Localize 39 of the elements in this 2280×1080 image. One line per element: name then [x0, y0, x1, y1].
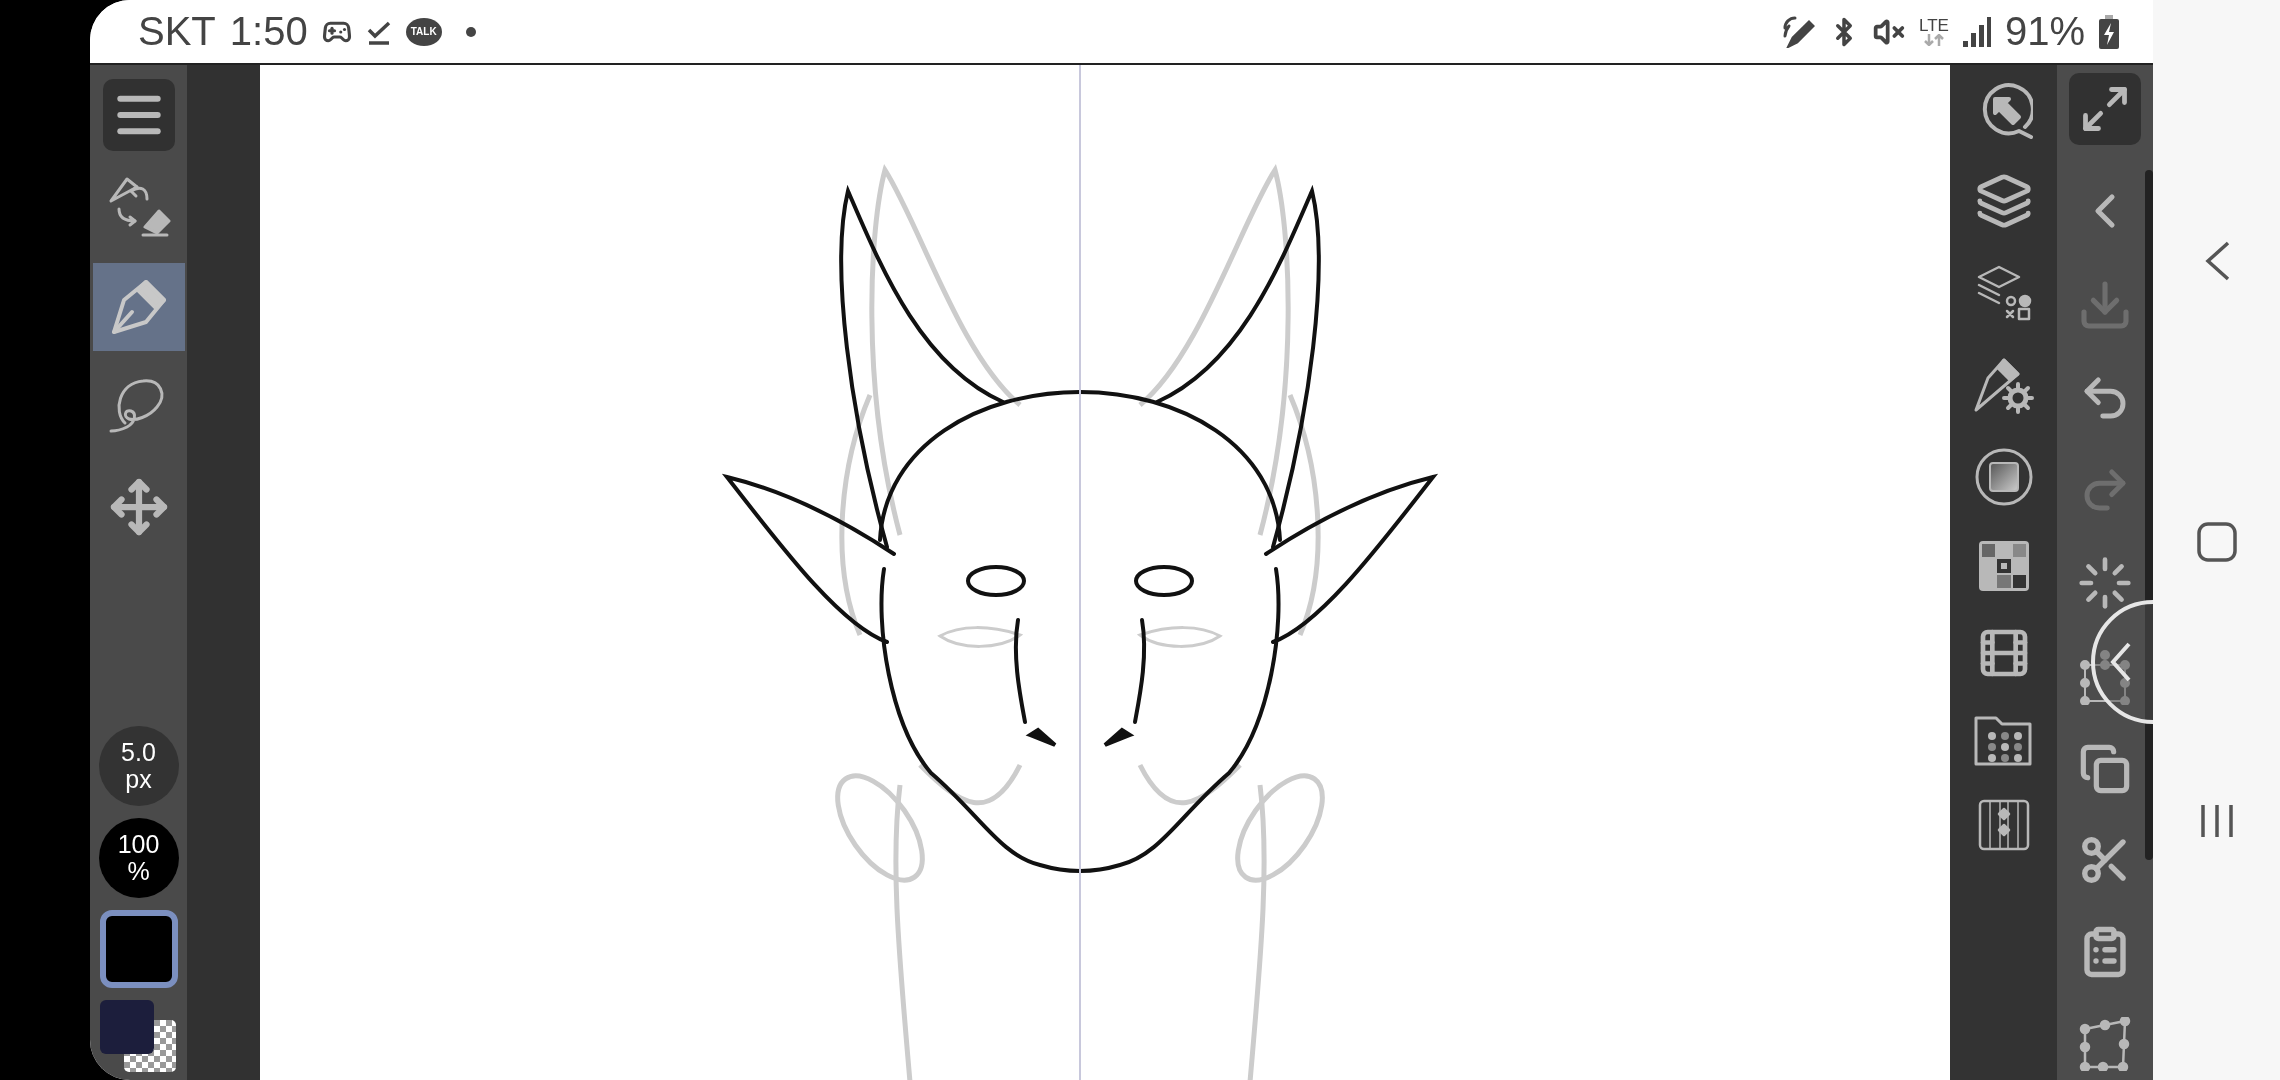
battery-charging-icon — [2099, 14, 2119, 49]
move-icon — [108, 477, 169, 537]
data-arrows-icon — [1922, 34, 1945, 46]
tool-button[interactable] — [92, 263, 185, 351]
opacity-button[interactable]: 100 % — [98, 818, 179, 898]
brush-size-button[interactable]: 5.0 px — [98, 726, 179, 806]
command-button[interactable] — [2079, 1017, 2131, 1071]
layers-icon — [1974, 172, 2033, 230]
panel-button[interactable] — [1973, 714, 2034, 766]
battery-percent: 91% — [2004, 9, 2085, 54]
pen-signal-icon — [1783, 15, 1815, 48]
clock-time: 1:50 — [229, 9, 308, 54]
panel-button[interactable] — [1974, 172, 2033, 230]
pen-icon — [109, 278, 168, 336]
chevron-left-icon — [2109, 640, 2133, 684]
sub-color-swatch[interactable] — [99, 1000, 178, 1072]
command-button[interactable] — [2079, 743, 2131, 795]
distort-box-icon — [2079, 1017, 2131, 1071]
command-button[interactable] — [2079, 649, 2131, 705]
talk-badge: TALK — [405, 17, 442, 46]
spinner-icon — [2077, 555, 2133, 611]
command-button[interactable] — [2069, 73, 2141, 145]
tile-grid-icon — [1977, 540, 2030, 592]
panel-button[interactable] — [1977, 799, 2030, 851]
signal-bars-icon — [1962, 16, 1991, 47]
home-square-icon — [2195, 521, 2238, 563]
scrollbar-thumb[interactable] — [2145, 170, 2153, 860]
carrier-name: SKT — [138, 9, 216, 54]
folder-grid-icon — [1973, 714, 2034, 766]
transform-box-icon — [2079, 649, 2131, 705]
main-color-swatch[interactable] — [99, 910, 178, 988]
command-button[interactable] — [2077, 555, 2133, 611]
notification-dot — [465, 26, 476, 37]
timeline-icon — [1977, 799, 2030, 851]
panel-button[interactable] — [1977, 540, 2030, 592]
network-type: LTE — [1919, 17, 1949, 34]
copy-icon — [2079, 743, 2131, 795]
panel-button[interactable] — [1973, 447, 2034, 507]
menu-button[interactable] — [102, 79, 175, 151]
